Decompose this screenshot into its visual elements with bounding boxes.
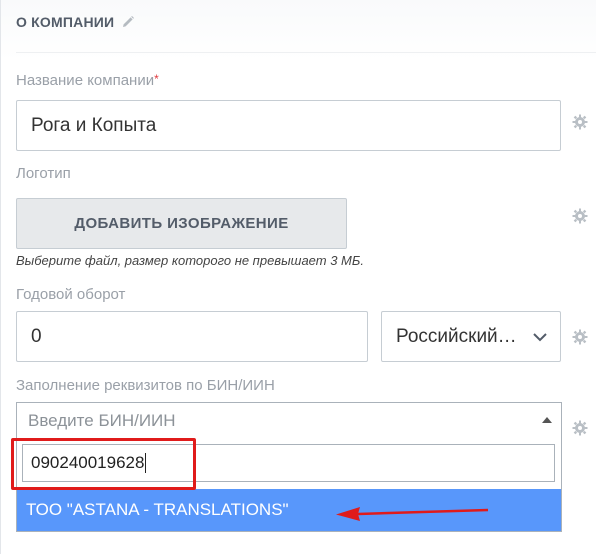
gear-icon[interactable] [572, 114, 588, 130]
currency-value: Российский… [396, 325, 517, 347]
dropdown-option-label: ТОО "ASTANA - TRANSLATIONS" [26, 500, 289, 519]
caret-up-icon [542, 417, 552, 423]
section-divider [16, 52, 596, 53]
bin-placeholder: Введите БИН/ИИН [28, 410, 176, 430]
section-title: О КОМПАНИИ [16, 14, 115, 30]
revenue-label: Годовой оборот [16, 286, 126, 303]
company-name-label-text: Название компании [16, 72, 155, 89]
annotation-highlight-box [11, 438, 196, 490]
bin-label: Заполнение реквизитов по БИН/ИИН [16, 377, 275, 394]
bin-combobox[interactable]: Введите БИН/ИИН [16, 402, 562, 438]
gear-icon[interactable] [572, 208, 588, 224]
company-name-value: Рога и Копыта [31, 114, 157, 136]
file-size-hint: Выберите файл, размер которого не превыш… [16, 253, 364, 268]
revenue-value: 0 [31, 325, 42, 347]
gear-icon[interactable] [572, 420, 588, 436]
company-name-label: Название компании* [16, 72, 159, 89]
company-name-input[interactable]: Рога и Копыта [16, 100, 561, 151]
annotation-arrow-icon [336, 507, 489, 521]
logo-label: Логотип [16, 165, 71, 182]
add-image-button[interactable]: ДОБАВИТЬ ИЗОБРАЖЕНИЕ [16, 198, 347, 249]
revenue-input[interactable]: 0 [16, 311, 368, 362]
section-header: О КОМПАНИИ [16, 14, 135, 30]
edit-pencil-icon[interactable] [121, 15, 135, 29]
gear-icon[interactable] [572, 329, 588, 345]
required-mark: * [154, 72, 159, 86]
currency-select[interactable]: Российский… [381, 311, 561, 362]
chevron-down-icon [533, 333, 547, 342]
